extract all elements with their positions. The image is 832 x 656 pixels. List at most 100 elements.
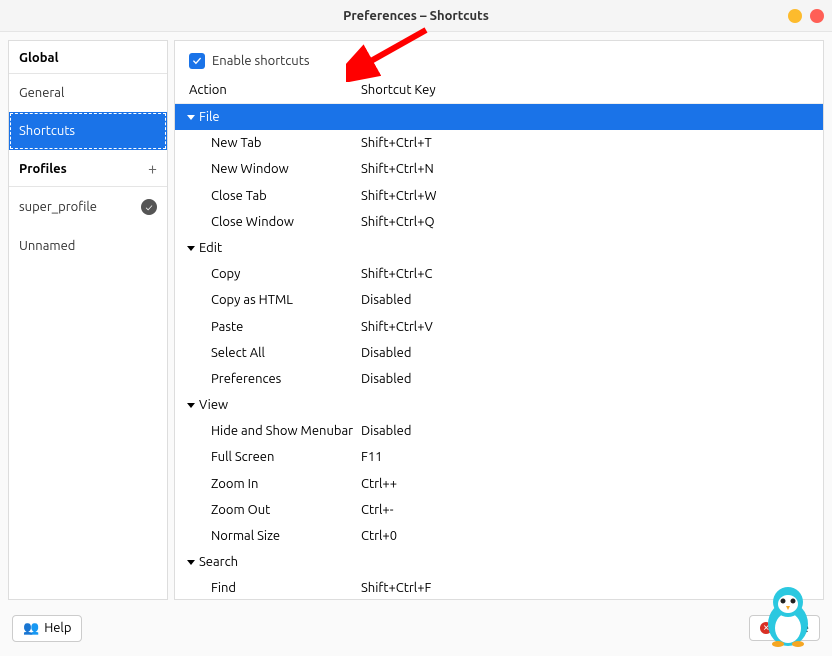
tree-key-cell: Shift+Ctrl+F [361, 579, 823, 597]
tree-action-label: Copy as HTML [211, 291, 293, 309]
tree-action-cell: Zoom In [175, 475, 361, 493]
check-badge-icon [141, 199, 157, 215]
tree-action-cell: Full Screen [175, 448, 361, 466]
tree-key-cell: Disabled [361, 344, 823, 362]
column-action[interactable]: Action [175, 83, 361, 97]
sidebar-item-label: super_profile [19, 200, 97, 214]
window-title: Preferences – Shortcuts [343, 9, 489, 23]
tree-action-label: Copy [211, 265, 240, 283]
window-close-icon[interactable] [810, 9, 824, 23]
tree-action-cell: Normal Size [175, 527, 361, 545]
tree-action-label: Full Screen [211, 448, 274, 466]
tree-action-cell: Search [175, 553, 361, 571]
tree-action-cell: Copy as HTML [175, 291, 361, 309]
tree-header: Action Shortcut Key [175, 77, 823, 104]
tree-item[interactable]: Zoom InCtrl++ [175, 471, 823, 497]
tree-action-cell: Close Tab [175, 187, 361, 205]
tree-action-cell: New Tab [175, 134, 361, 152]
tree-action-label: View [199, 396, 228, 414]
tree-key-cell: Disabled [361, 422, 823, 440]
minimize-icon[interactable] [788, 9, 802, 23]
tree-action-label: Paste [211, 318, 243, 336]
enable-shortcuts-label: Enable shortcuts [212, 54, 309, 68]
tree-item[interactable]: Copy Shift+Ctrl+C [175, 261, 823, 287]
tree-action-cell: Select All [175, 344, 361, 362]
sidebar-item-label: Unnamed [19, 239, 75, 253]
tree-key-cell: Shift+Ctrl+V [361, 318, 823, 336]
enable-shortcuts-checkbox[interactable] [189, 53, 205, 69]
tree-action-label: New Tab [211, 134, 262, 152]
tree-action-cell: Hide and Show Menubar [175, 422, 361, 440]
tree-key-cell: Disabled [361, 291, 823, 309]
tree-action-cell: Find [175, 579, 361, 597]
tree-group[interactable]: View [175, 392, 823, 418]
chevron-down-icon [187, 246, 195, 251]
tree-action-label: Normal Size [211, 527, 280, 545]
tree-item[interactable]: Zoom OutCtrl+- [175, 497, 823, 523]
tree-key-cell: Shift+Ctrl+W [361, 187, 823, 205]
tree-action-cell: Close Window [175, 213, 361, 231]
tree-action-label: Find [211, 579, 236, 597]
footer: 👥 Help Close [0, 608, 832, 648]
shortcuts-tree[interactable]: Action Shortcut Key File New Tab Shift+Ctr… [175, 77, 823, 599]
tree-item[interactable]: Preferences Disabled [175, 366, 823, 392]
close-button[interactable]: Close [749, 615, 820, 641]
chevron-down-icon [187, 403, 195, 408]
tree-item[interactable]: Paste Shift+Ctrl+V [175, 314, 823, 340]
tree-item[interactable]: Find Shift+Ctrl+F [175, 575, 823, 599]
tree-key-cell: Ctrl+- [361, 501, 823, 519]
add-profile-icon[interactable]: + [148, 160, 157, 178]
help-button[interactable]: 👥 Help [12, 615, 82, 642]
tree-action-cell: New Window [175, 160, 361, 178]
tree-action-label: Preferences [211, 370, 281, 388]
tree-action-label: Hide and Show Menubar [211, 422, 353, 440]
close-button-label: Close [777, 621, 809, 635]
column-shortcut-key[interactable]: Shortcut Key [361, 83, 823, 97]
tree-key-cell: Shift+Ctrl+T [361, 134, 823, 152]
tree-group[interactable]: File [175, 104, 823, 130]
close-icon [760, 622, 772, 634]
tree-group[interactable]: Edit [175, 235, 823, 261]
tree-key-cell: Disabled [361, 370, 823, 388]
help-button-label: Help [44, 621, 71, 635]
tree-action-label: Close Window [211, 213, 294, 231]
sidebar-item[interactable]: super_profile [9, 187, 167, 227]
tree-item[interactable]: Copy as HTML Disabled [175, 287, 823, 313]
tree-item[interactable]: New Tab Shift+Ctrl+T [175, 130, 823, 156]
chevron-down-icon [187, 115, 195, 120]
tree-item[interactable]: Select All Disabled [175, 340, 823, 366]
tree-key-cell: Ctrl+0 [361, 527, 823, 545]
tree-action-label: File [199, 108, 220, 126]
sidebar-item[interactable]: General [9, 74, 167, 112]
sidebar-item[interactable]: Shortcuts [9, 112, 167, 150]
tree-group[interactable]: Search [175, 549, 823, 575]
tree-item[interactable]: Close WindowShift+Ctrl+Q [175, 209, 823, 235]
tree-action-label: Close Tab [211, 187, 267, 205]
tree-key-cell: Shift+Ctrl+N [361, 160, 823, 178]
content: Global General Shortcuts Profiles+ super_pro… [0, 32, 832, 608]
tree-item[interactable]: Normal Size Ctrl+0 [175, 523, 823, 549]
tree-key-cell: Shift+Ctrl+C [361, 265, 823, 283]
tree-action-cell: File [175, 108, 361, 126]
titlebar: Preferences – Shortcuts [0, 0, 832, 32]
tree-action-cell: Copy [175, 265, 361, 283]
tree-item[interactable]: Close Tab Shift+Ctrl+W [175, 183, 823, 209]
window-controls [788, 9, 824, 23]
tree-key-cell [361, 553, 823, 571]
sidebar-item[interactable]: Unnamed [9, 227, 167, 265]
tree-item[interactable]: Hide and Show Menubar Disabled [175, 418, 823, 444]
tree-action-cell: Preferences [175, 370, 361, 388]
sidebar-item-label: General [19, 86, 64, 100]
tree-action-label: Select All [211, 344, 265, 362]
tree-item[interactable]: Full ScreenF11 [175, 444, 823, 470]
help-icon: 👥 [23, 621, 39, 636]
sidebar-section-header: Profiles+ [9, 150, 167, 187]
tree-action-label: Zoom In [211, 475, 258, 493]
main-panel: Enable shortcuts Action Shortcut Key Fil… [174, 40, 824, 600]
tree-action-label: Search [199, 553, 238, 571]
tree-action-cell: Paste [175, 318, 361, 336]
sidebar-item-label: Shortcuts [19, 124, 75, 138]
tree-action-cell: Zoom Out [175, 501, 361, 519]
tree-item[interactable]: New WindowShift+Ctrl+N [175, 156, 823, 182]
sidebar-section-header: Global [9, 41, 167, 74]
